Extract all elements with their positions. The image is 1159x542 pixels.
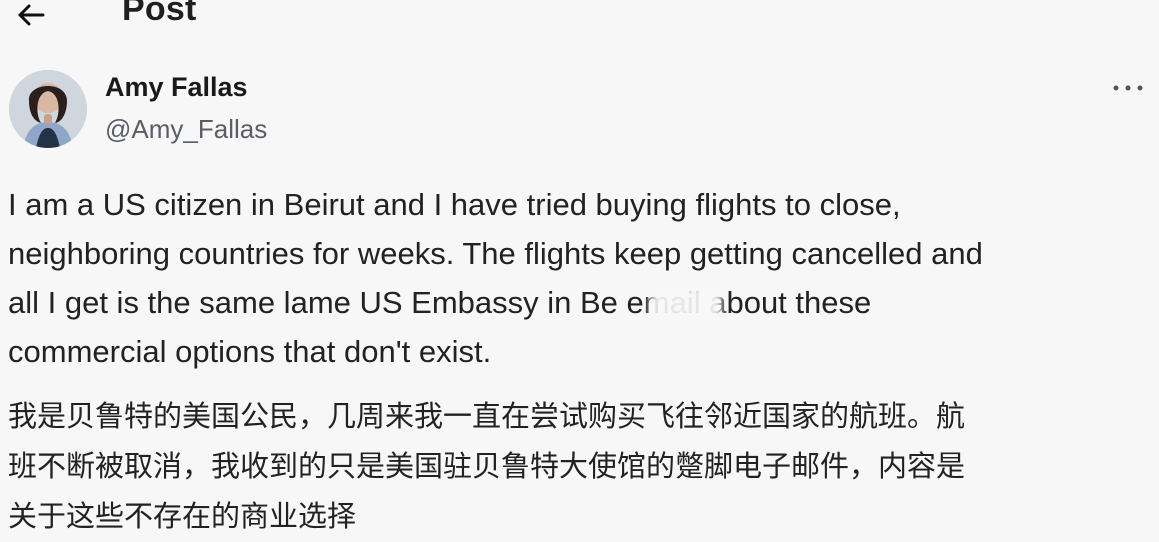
top-bar: Post — [0, 0, 1159, 40]
post-text-chinese: 我是贝鲁特的美国公民，几周来我一直在尝试购买飞往邻近国家的航班。航 班不断被取消… — [8, 401, 966, 533]
post-text-english: I am a US citizen in Beirut and I have t… — [8, 187, 983, 369]
author-name[interactable]: Amy Fallas — [105, 72, 248, 103]
page-title: Post — [122, 0, 197, 28]
author-handle[interactable]: @Amy_Fallas — [105, 114, 267, 145]
avatar-photo-icon — [9, 70, 87, 148]
more-horizontal-icon[interactable] — [1112, 79, 1144, 97]
arrow-left-icon[interactable] — [14, 0, 48, 30]
avatar[interactable] — [9, 70, 87, 148]
